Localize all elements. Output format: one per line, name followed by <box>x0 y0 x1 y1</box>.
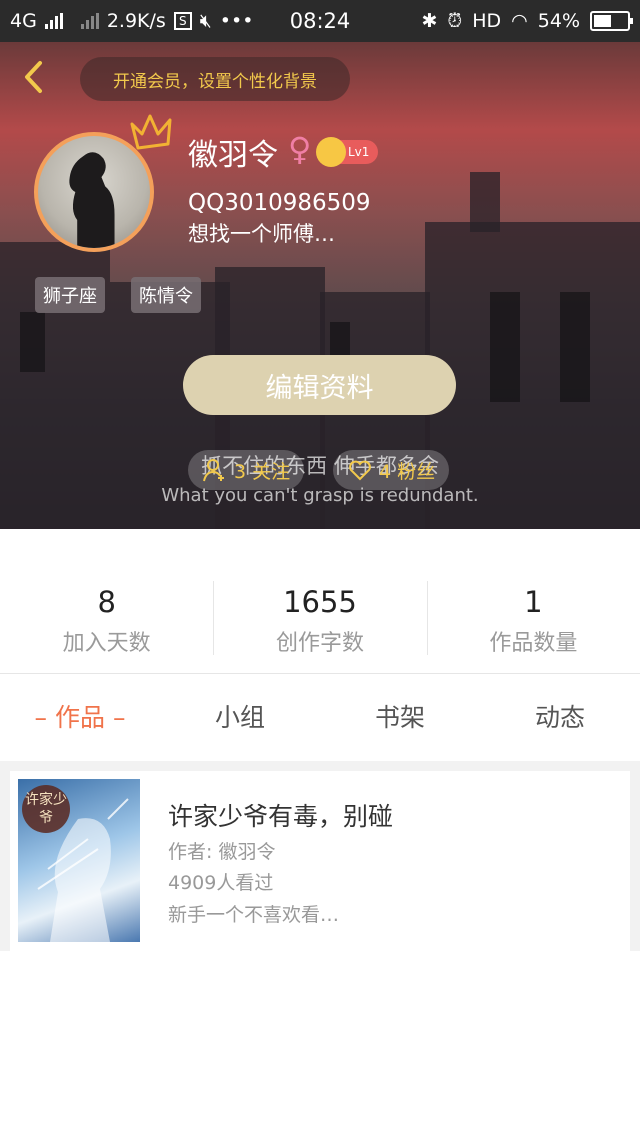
tag-zodiac[interactable]: 狮子座 <box>35 277 105 313</box>
vip-promo-button[interactable]: 开通会员，设置个性化背景 <box>80 57 350 101</box>
book-author: 作者: 徽羽令 <box>168 841 276 863</box>
fans-icon <box>349 460 371 481</box>
wifi-icon: ◠ <box>511 10 528 32</box>
crown-icon <box>130 114 172 150</box>
tab-feed[interactable]: 动态 <box>480 675 640 761</box>
battery-icon <box>590 11 633 31</box>
female-icon: ♀ <box>288 130 312 168</box>
tab-bookshelf[interactable]: 书架 <box>320 675 480 761</box>
stat-days-joined: 8 加入天数 <box>62 585 151 656</box>
battery-percent: 54% <box>537 10 580 32</box>
profile-header: 开通会员，设置个性化背景 徽羽令 ♀ Lv1 QQ3010986509 想找一个… <box>0 42 640 529</box>
book-cover[interactable]: 许家少爷 <box>18 779 140 942</box>
following-button[interactable]: 3 关注 <box>188 450 305 490</box>
tab-groups[interactable]: 小组 <box>160 675 320 761</box>
level-badge[interactable]: Lv1 <box>316 137 378 167</box>
motto-chinese: 抓不住的东西 伸手都多余 <box>201 454 439 478</box>
book-title[interactable]: 许家少爷有毒，别碰 <box>168 797 393 833</box>
stats-row: 8 加入天数 1655 创作字数 1 作品数量 <box>0 529 640 674</box>
book-description: 新手一个不喜欢看… <box>168 904 340 926</box>
username: 徽羽令 <box>188 138 278 173</box>
fans-button[interactable]: 4 粉丝 <box>333 450 450 490</box>
stat-word-count: 1655 创作字数 <box>213 529 426 673</box>
edit-profile-button[interactable]: 编辑资料 <box>183 355 456 415</box>
level-crown-icon <box>316 137 346 167</box>
hd-indicator: HD <box>472 10 502 32</box>
status-bar: 4G 2.9K/s S 🔇︎ ••• 08:24 ✱ ⏰︎ HD ◠ 54% <box>0 0 640 42</box>
following-icon <box>203 459 224 482</box>
back-icon[interactable] <box>18 60 52 94</box>
list-item[interactable]: 许家少爷 许家少爷有毒，别碰 作者: 徽羽令 4909人看过 新手一个不喜欢看… <box>10 771 630 951</box>
tab-bar: – 作品 – 小组 书架 动态 <box>0 675 640 761</box>
book-views: 4909人看过 <box>168 872 274 894</box>
qq-number: QQ3010986509 <box>188 190 371 216</box>
tag-interest[interactable]: 陈情令 <box>131 277 201 313</box>
bio: 想找一个师傅… <box>188 222 335 246</box>
tab-works[interactable]: – 作品 – <box>0 675 160 761</box>
alarm-icon: ⏰︎ <box>447 10 463 32</box>
stat-works-count: 1 作品数量 <box>426 529 640 673</box>
bluetooth-icon: ✱ <box>421 10 438 32</box>
motto-english: What you can't grasp is redundant. <box>161 485 479 506</box>
